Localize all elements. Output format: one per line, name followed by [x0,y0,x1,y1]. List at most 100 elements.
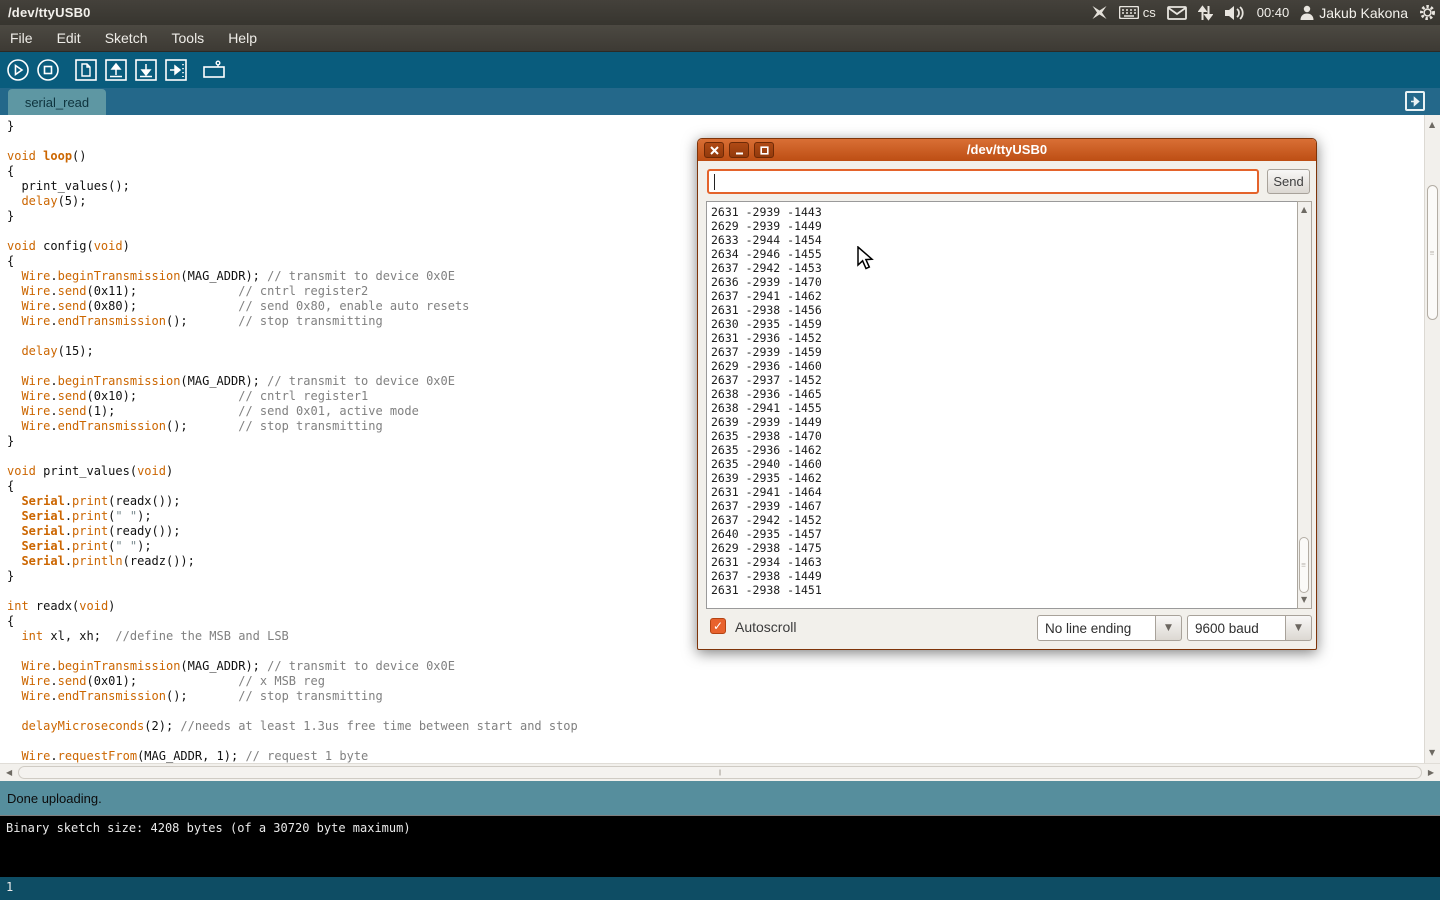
maximize-button[interactable] [754,142,774,158]
code-line: Serial.print(readx()); [7,494,578,509]
code-line: Wire.send(0x11); // cntrl register2 [7,284,578,299]
code-line [7,329,578,344]
code-line: void print_values(void) [7,464,578,479]
scroll-left-icon[interactable]: ◀ [6,769,12,777]
serial-input-field[interactable] [707,169,1259,194]
editor-vertical-scrollbar[interactable]: ▲ ▼ ≡ [1424,115,1440,763]
code-line [7,644,578,659]
serial-data-row: 2637 -2942 -1453 [711,261,822,275]
serial-data-row: 2635 -2936 -1462 [711,443,822,457]
serial-data-row: 2638 -2936 -1465 [711,387,822,401]
serial-data-row: 2639 -2935 -1462 [711,471,822,485]
code-line: void loop() [7,149,578,164]
serial-vscroll-thumb[interactable]: ≡ [1299,537,1309,593]
minimize-button[interactable] [729,142,749,158]
code-line: Wire.send(0x01); // x MSB reg [7,674,578,689]
code-line: } [7,119,578,134]
console-line: Binary sketch size: 4208 bytes (of a 307… [6,821,411,835]
serial-data-row: 2637 -2939 -1467 [711,499,822,513]
serial-data-row: 2631 -2938 -1451 [711,583,822,597]
stop-icon [36,58,60,82]
code-line: } [7,434,578,449]
new-sketch-button[interactable] [72,56,100,84]
code-line: Wire.endTransmission(); // stop transmit… [7,689,578,704]
serial-monitor-window: /dev/ttyUSB0 Send 2631 -2939 -14432629 -… [697,138,1317,650]
maximize-icon [760,146,769,155]
session-gear-icon[interactable] [1419,4,1436,21]
menu-item-edit[interactable]: Edit [57,30,81,46]
menu-item-sketch[interactable]: Sketch [105,30,148,46]
code-line [7,734,578,749]
serial-monitor-icon [201,58,227,82]
code-line: int xl, xh; //define the MSB and LSB [7,629,578,644]
scroll-down-icon[interactable]: ▼ [1429,749,1435,757]
top-panel: /dev/ttyUSB0 cs 00:40 Jakub Kakona [0,0,1440,25]
send-button[interactable]: Send [1267,169,1310,194]
baud-rate-dropdown-button[interactable]: ▼ [1285,615,1312,641]
transfer-arrows-icon[interactable] [1198,5,1213,21]
serial-output-area[interactable]: 2631 -2939 -14432629 -2939 -14492633 -29… [706,201,1297,609]
upload-button[interactable] [162,56,190,84]
close-button[interactable] [704,142,724,158]
serial-data-row: 2629 -2939 -1449 [711,219,822,233]
mail-icon[interactable] [1167,6,1187,20]
desktop: /dev/ttyUSB0 cs 00:40 Jakub Kakona [0,0,1440,900]
tab-serial-read[interactable]: serial_read [8,89,106,115]
baud-rate-select[interactable]: 9600 baud [1187,615,1286,641]
editor-horizontal-scrollbar[interactable]: ◀ ▶ ‖ [0,763,1440,781]
serial-scroll-down-icon[interactable]: ▼ [1301,596,1307,604]
open-sketch-button[interactable] [102,56,130,84]
code-line: Wire.send(0x80); // send 0x80, enable au… [7,299,578,314]
code-line: { [7,164,578,179]
serial-monitor-titlebar[interactable]: /dev/ttyUSB0 [698,139,1316,161]
menu-item-file[interactable]: File [10,30,33,46]
build-console: Binary sketch size: 4208 bytes (of a 307… [0,815,1440,877]
keyboard-layout-indicator[interactable]: cs [1119,5,1156,20]
serial-data-row: 2631 -2938 -1456 [711,303,822,317]
new-tab-arrow-icon [1409,95,1422,108]
menu-item-tools[interactable]: Tools [172,30,205,46]
minimize-icon [735,146,744,155]
current-line-number: 1 [6,880,13,894]
code-line: Serial.print(" "); [7,539,578,554]
line-ending-dropdown-button[interactable]: ▼ [1155,615,1182,641]
save-sketch-button[interactable] [132,56,160,84]
serial-data-row: 2640 -2935 -1457 [711,527,822,541]
serial-data-row: 2633 -2944 -1454 [711,233,822,247]
close-icon [710,146,719,155]
serial-output-rows: 2631 -2939 -14432629 -2939 -14492633 -29… [711,205,822,597]
serial-data-row: 2631 -2936 -1452 [711,331,822,345]
serial-data-row: 2635 -2938 -1470 [711,429,822,443]
code-text: } void loop(){ print_values(); delay(5);… [7,119,578,763]
autoscroll-checkbox[interactable]: ✓ [710,618,726,634]
editor-vscroll-thumb[interactable]: ≡ [1427,185,1438,320]
menu-item-help[interactable]: Help [228,30,257,46]
indicator-pinwheel-icon[interactable] [1091,4,1108,21]
code-line: Wire.beginTransmission(MAG_ADDR); // tra… [7,374,578,389]
serial-monitor-button[interactable] [200,56,228,84]
serial-data-row: 2631 -2934 -1463 [711,555,822,569]
save-sketch-icon [134,58,158,82]
serial-vertical-scrollbar[interactable]: ▲ ▼ ≡ [1297,201,1312,609]
user-menu[interactable]: Jakub Kakona [1300,5,1408,21]
code-line: Serial.println(readz()); [7,554,578,569]
tab-bar: serial_read [0,88,1440,115]
scroll-up-icon[interactable]: ▲ [1429,121,1435,129]
serial-scroll-up-icon[interactable]: ▲ [1301,206,1307,214]
ide-toolbar [0,52,1440,88]
code-line: Wire.beginTransmission(MAG_ADDR); // tra… [7,659,578,674]
verify-button[interactable] [4,56,32,84]
clock[interactable]: 00:40 [1257,5,1290,20]
new-tab-button[interactable] [1405,91,1425,111]
stop-button[interactable] [34,56,62,84]
code-line [7,224,578,239]
line-ending-select[interactable]: No line ending [1037,615,1156,641]
volume-icon[interactable] [1224,5,1246,21]
code-line [7,704,578,719]
scroll-right-icon[interactable]: ▶ [1428,769,1434,777]
serial-monitor-title: /dev/ttyUSB0 [967,142,1047,157]
editor-hscroll-thumb[interactable]: ‖ [18,766,1422,779]
code-line: Serial.print(ready()); [7,524,578,539]
serial-data-row: 2639 -2939 -1449 [711,415,822,429]
chevron-down-icon: ▼ [1295,623,1302,633]
